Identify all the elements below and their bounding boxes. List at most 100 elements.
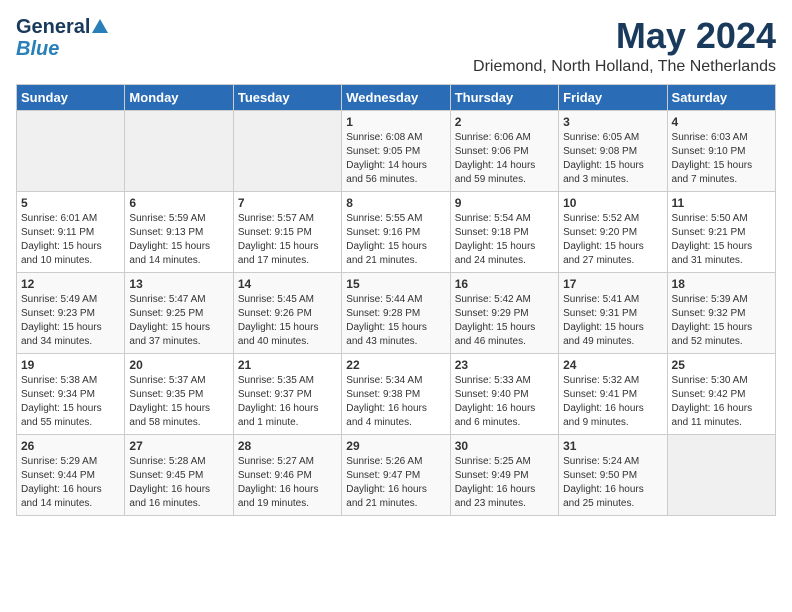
day-cell: 10 Sunrise: 5:52 AM Sunset: 9:20 PM Dayli…	[559, 191, 667, 272]
day-cell: 3Sunrise: 6:05 AM Sunset: 9:08 PM Daylig…	[559, 110, 667, 191]
day-info: Sunrise: 6:01 AM Sunset: 9:11 PM Dayligh…	[21, 212, 120, 268]
day-cell: 15 Sunrise: 5:44 AM Sunset: 9:28 PM Dayli…	[342, 272, 450, 353]
day-number: 17	[563, 277, 662, 291]
day-number: 10	[563, 196, 662, 210]
weekday-header-thursday: Thursday	[450, 84, 558, 110]
weekday-header-saturday: Saturday	[667, 84, 775, 110]
day-info: Sunrise: 5:38 AM Sunset: 9:34 PM Dayligh…	[21, 374, 120, 430]
day-info: Sunrise: 5:50 AM Sunset: 9:21 PM Dayligh…	[672, 212, 771, 268]
day-number: 15	[346, 277, 445, 291]
day-cell: 7 Sunrise: 5:57 AM Sunset: 9:15 PM Daylig…	[233, 191, 341, 272]
day-info: Sunrise: 5:26 AM Sunset: 9:47 PM Dayligh…	[346, 455, 445, 511]
day-cell: 12 Sunrise: 5:49 AM Sunset: 9:23 PM Dayli…	[17, 272, 125, 353]
day-info: Sunrise: 5:47 AM Sunset: 9:25 PM Dayligh…	[129, 293, 228, 349]
page-header: General Blue May 2024 Driemond, North Ho…	[16, 16, 776, 76]
day-cell: 16 Sunrise: 5:42 AM Sunset: 9:29 PM Dayli…	[450, 272, 558, 353]
weekday-header-tuesday: Tuesday	[233, 84, 341, 110]
day-info: Sunrise: 5:54 AM Sunset: 9:18 PM Dayligh…	[455, 212, 554, 268]
day-cell: 19 Sunrise: 5:38 AM Sunset: 9:34 PM Dayli…	[17, 353, 125, 434]
day-number: 2	[455, 115, 554, 129]
day-info: Sunrise: 5:30 AM Sunset: 9:42 PM Dayligh…	[672, 374, 771, 430]
day-number: 22	[346, 358, 445, 372]
week-row-2: 5 Sunrise: 6:01 AM Sunset: 9:11 PM Daylig…	[17, 191, 776, 272]
logo: General Blue	[16, 16, 109, 60]
day-number: 6	[129, 196, 228, 210]
day-info: Sunrise: 5:33 AM Sunset: 9:40 PM Dayligh…	[455, 374, 554, 430]
week-row-4: 19 Sunrise: 5:38 AM Sunset: 9:34 PM Dayli…	[17, 353, 776, 434]
day-cell: 20 Sunrise: 5:37 AM Sunset: 9:35 PM Dayli…	[125, 353, 233, 434]
weekday-header-row: SundayMondayTuesdayWednesdayThursdayFrid…	[17, 84, 776, 110]
day-number: 27	[129, 439, 228, 453]
week-row-5: 26 Sunrise: 5:29 AM Sunset: 9:44 PM Dayli…	[17, 434, 776, 515]
day-cell: 21 Sunrise: 5:35 AM Sunset: 9:37 PM Dayli…	[233, 353, 341, 434]
day-info: Sunrise: 5:29 AM Sunset: 9:44 PM Dayligh…	[21, 455, 120, 511]
day-info: Sunrise: 5:32 AM Sunset: 9:41 PM Dayligh…	[563, 374, 662, 430]
day-number: 24	[563, 358, 662, 372]
day-info: Sunrise: 5:49 AM Sunset: 9:23 PM Dayligh…	[21, 293, 120, 349]
day-cell: 17 Sunrise: 5:41 AM Sunset: 9:31 PM Dayli…	[559, 272, 667, 353]
day-info: Sunrise: 5:25 AM Sunset: 9:49 PM Dayligh…	[455, 455, 554, 511]
day-number: 31	[563, 439, 662, 453]
day-number: 13	[129, 277, 228, 291]
calendar-table: SundayMondayTuesdayWednesdayThursdayFrid…	[16, 84, 776, 516]
day-cell: 26 Sunrise: 5:29 AM Sunset: 9:44 PM Dayli…	[17, 434, 125, 515]
day-cell: 13 Sunrise: 5:47 AM Sunset: 9:25 PM Dayli…	[125, 272, 233, 353]
day-info: Sunrise: 5:41 AM Sunset: 9:31 PM Dayligh…	[563, 293, 662, 349]
day-info: Sunrise: 5:39 AM Sunset: 9:32 PM Dayligh…	[672, 293, 771, 349]
day-info: Sunrise: 6:06 AM Sunset: 9:06 PM Dayligh…	[455, 131, 554, 187]
logo-text-blue: Blue	[16, 38, 59, 60]
day-cell: 5 Sunrise: 6:01 AM Sunset: 9:11 PM Daylig…	[17, 191, 125, 272]
day-info: Sunrise: 5:42 AM Sunset: 9:29 PM Dayligh…	[455, 293, 554, 349]
day-number: 9	[455, 196, 554, 210]
day-info: Sunrise: 5:34 AM Sunset: 9:38 PM Dayligh…	[346, 374, 445, 430]
day-info: Sunrise: 6:05 AM Sunset: 9:08 PM Dayligh…	[563, 131, 662, 187]
day-cell: 28 Sunrise: 5:27 AM Sunset: 9:46 PM Dayli…	[233, 434, 341, 515]
day-cell: 18 Sunrise: 5:39 AM Sunset: 9:32 PM Dayli…	[667, 272, 775, 353]
day-info: Sunrise: 6:08 AM Sunset: 9:05 PM Dayligh…	[346, 131, 445, 187]
weekday-header-monday: Monday	[125, 84, 233, 110]
day-cell: 23 Sunrise: 5:33 AM Sunset: 9:40 PM Dayli…	[450, 353, 558, 434]
day-number: 7	[238, 196, 337, 210]
day-cell: 30Sunrise: 5:25 AM Sunset: 9:49 PM Dayli…	[450, 434, 558, 515]
day-number: 23	[455, 358, 554, 372]
day-info: Sunrise: 5:57 AM Sunset: 9:15 PM Dayligh…	[238, 212, 337, 268]
week-row-1: 1 Sunrise: 6:08 AM Sunset: 9:05 PM Daylig…	[17, 110, 776, 191]
day-number: 5	[21, 196, 120, 210]
location-title: Driemond, North Holland, The Netherlands	[473, 58, 776, 76]
week-row-3: 12 Sunrise: 5:49 AM Sunset: 9:23 PM Dayli…	[17, 272, 776, 353]
day-number: 26	[21, 439, 120, 453]
logo-text-general: General	[16, 16, 90, 38]
day-cell: 1 Sunrise: 6:08 AM Sunset: 9:05 PM Daylig…	[342, 110, 450, 191]
day-number: 4	[672, 115, 771, 129]
day-number: 8	[346, 196, 445, 210]
day-cell: 2 Sunrise: 6:06 AM Sunset: 9:06 PM Daylig…	[450, 110, 558, 191]
weekday-header-sunday: Sunday	[17, 84, 125, 110]
day-cell	[233, 110, 341, 191]
weekday-header-friday: Friday	[559, 84, 667, 110]
logo-triangle-icon	[91, 17, 109, 35]
day-number: 19	[21, 358, 120, 372]
day-cell: 27Sunrise: 5:28 AM Sunset: 9:45 PM Dayli…	[125, 434, 233, 515]
day-cell: 4Sunrise: 6:03 AM Sunset: 9:10 PM Daylig…	[667, 110, 775, 191]
day-info: Sunrise: 5:45 AM Sunset: 9:26 PM Dayligh…	[238, 293, 337, 349]
day-info: Sunrise: 5:52 AM Sunset: 9:20 PM Dayligh…	[563, 212, 662, 268]
day-number: 12	[21, 277, 120, 291]
weekday-header-wednesday: Wednesday	[342, 84, 450, 110]
day-number: 28	[238, 439, 337, 453]
day-number: 18	[672, 277, 771, 291]
month-title: May 2024	[473, 16, 776, 56]
day-info: Sunrise: 5:27 AM Sunset: 9:46 PM Dayligh…	[238, 455, 337, 511]
day-number: 1	[346, 115, 445, 129]
day-info: Sunrise: 5:37 AM Sunset: 9:35 PM Dayligh…	[129, 374, 228, 430]
day-number: 21	[238, 358, 337, 372]
day-info: Sunrise: 5:59 AM Sunset: 9:13 PM Dayligh…	[129, 212, 228, 268]
day-info: Sunrise: 5:35 AM Sunset: 9:37 PM Dayligh…	[238, 374, 337, 430]
day-cell: 24 Sunrise: 5:32 AM Sunset: 9:41 PM Dayli…	[559, 353, 667, 434]
day-number: 29	[346, 439, 445, 453]
day-cell: 8Sunrise: 5:55 AM Sunset: 9:16 PM Daylig…	[342, 191, 450, 272]
day-cell: 29 Sunrise: 5:26 AM Sunset: 9:47 PM Dayli…	[342, 434, 450, 515]
day-number: 20	[129, 358, 228, 372]
day-number: 16	[455, 277, 554, 291]
day-cell: 22 Sunrise: 5:34 AM Sunset: 9:38 PM Dayli…	[342, 353, 450, 434]
day-info: Sunrise: 5:44 AM Sunset: 9:28 PM Dayligh…	[346, 293, 445, 349]
